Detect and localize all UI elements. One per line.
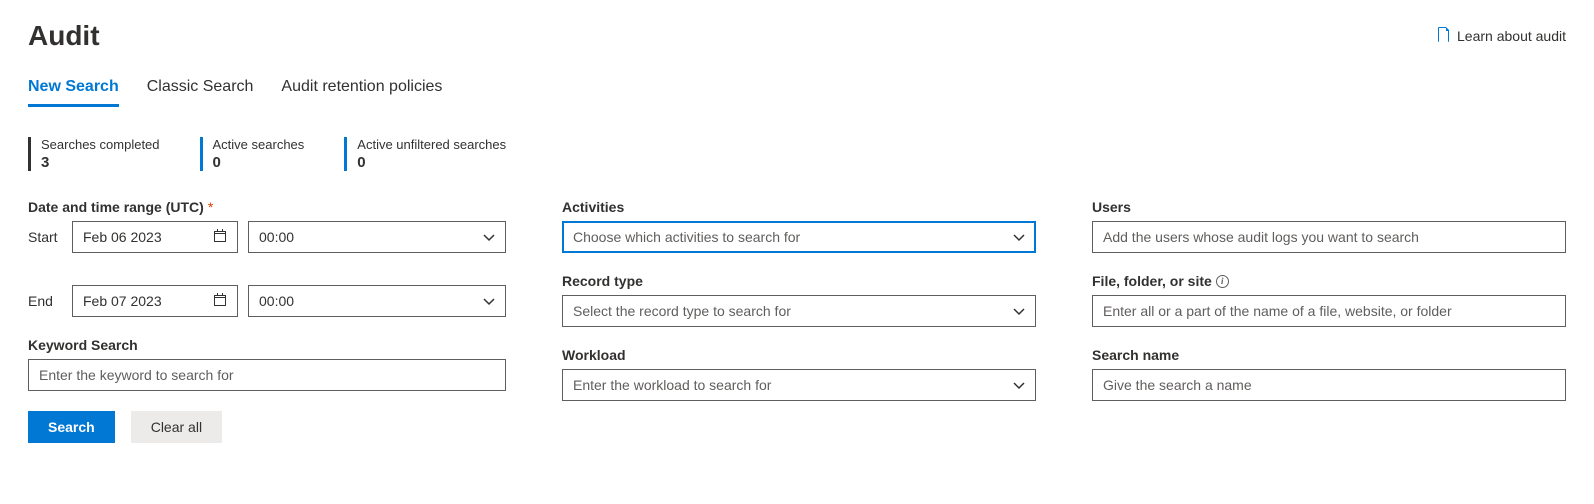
search-button[interactable]: Search	[28, 411, 115, 443]
keyword-label: Keyword Search	[28, 337, 506, 353]
workload-placeholder: Enter the workload to search for	[573, 377, 771, 393]
end-date-value: Feb 07 2023	[83, 293, 162, 309]
calendar-icon	[213, 229, 227, 246]
stat-completed-label: Searches completed	[41, 137, 160, 152]
page-title: Audit	[28, 20, 100, 52]
chevron-down-icon	[483, 293, 495, 309]
stat-unfiltered: Active unfiltered searches 0	[344, 137, 506, 171]
stat-unfiltered-label: Active unfiltered searches	[357, 137, 506, 152]
record-type-label: Record type	[562, 273, 1036, 289]
end-label: End	[28, 293, 62, 309]
chevron-down-icon	[1013, 303, 1025, 319]
end-time-picker[interactable]: 00:00	[248, 285, 506, 317]
start-time-value: 00:00	[259, 229, 294, 245]
record-type-select[interactable]: Select the record type to search for	[562, 295, 1036, 327]
tabs: New Search Classic Search Audit retentio…	[28, 72, 1566, 107]
start-date-value: Feb 06 2023	[83, 229, 162, 245]
learn-about-audit-link[interactable]: Learn about audit	[1437, 27, 1566, 46]
tab-classic-search[interactable]: Classic Search	[147, 72, 254, 107]
start-label: Start	[28, 229, 62, 245]
file-label: File, folder, or site i	[1092, 273, 1566, 289]
stat-completed-value: 3	[41, 154, 160, 171]
chevron-down-icon	[1013, 377, 1025, 393]
tab-retention-policies[interactable]: Audit retention policies	[281, 72, 442, 107]
workload-select[interactable]: Enter the workload to search for	[562, 369, 1036, 401]
file-input[interactable]: Enter all or a part of the name of a fil…	[1092, 295, 1566, 327]
stat-active-label: Active searches	[213, 137, 305, 152]
info-icon[interactable]: i	[1216, 275, 1229, 288]
learn-link-label: Learn about audit	[1457, 28, 1566, 44]
start-time-picker[interactable]: 00:00	[248, 221, 506, 253]
chevron-down-icon	[1013, 229, 1025, 245]
chevron-down-icon	[483, 229, 495, 245]
stat-unfiltered-value: 0	[357, 154, 506, 171]
document-icon	[1437, 27, 1451, 46]
start-date-picker[interactable]: Feb 06 2023	[72, 221, 238, 253]
keyword-input[interactable]: Enter the keyword to search for	[28, 359, 506, 391]
tab-new-search[interactable]: New Search	[28, 72, 119, 107]
activities-placeholder: Choose which activities to search for	[573, 229, 800, 245]
end-date-picker[interactable]: Feb 07 2023	[72, 285, 238, 317]
stat-completed: Searches completed 3	[28, 137, 160, 171]
users-label: Users	[1092, 199, 1566, 215]
stat-active: Active searches 0	[200, 137, 305, 171]
search-name-input[interactable]: Give the search a name	[1092, 369, 1566, 401]
date-range-label: Date and time range (UTC)*	[28, 199, 506, 215]
calendar-icon	[213, 293, 227, 310]
activities-select[interactable]: Choose which activities to search for	[562, 221, 1036, 253]
stat-active-value: 0	[213, 154, 305, 171]
end-time-value: 00:00	[259, 293, 294, 309]
users-input[interactable]: Add the users whose audit logs you want …	[1092, 221, 1566, 253]
record-type-placeholder: Select the record type to search for	[573, 303, 791, 319]
search-name-label: Search name	[1092, 347, 1566, 363]
stats-bar: Searches completed 3 Active searches 0 A…	[28, 137, 1566, 171]
workload-label: Workload	[562, 347, 1036, 363]
clear-all-button[interactable]: Clear all	[131, 411, 222, 443]
activities-label: Activities	[562, 199, 1036, 215]
